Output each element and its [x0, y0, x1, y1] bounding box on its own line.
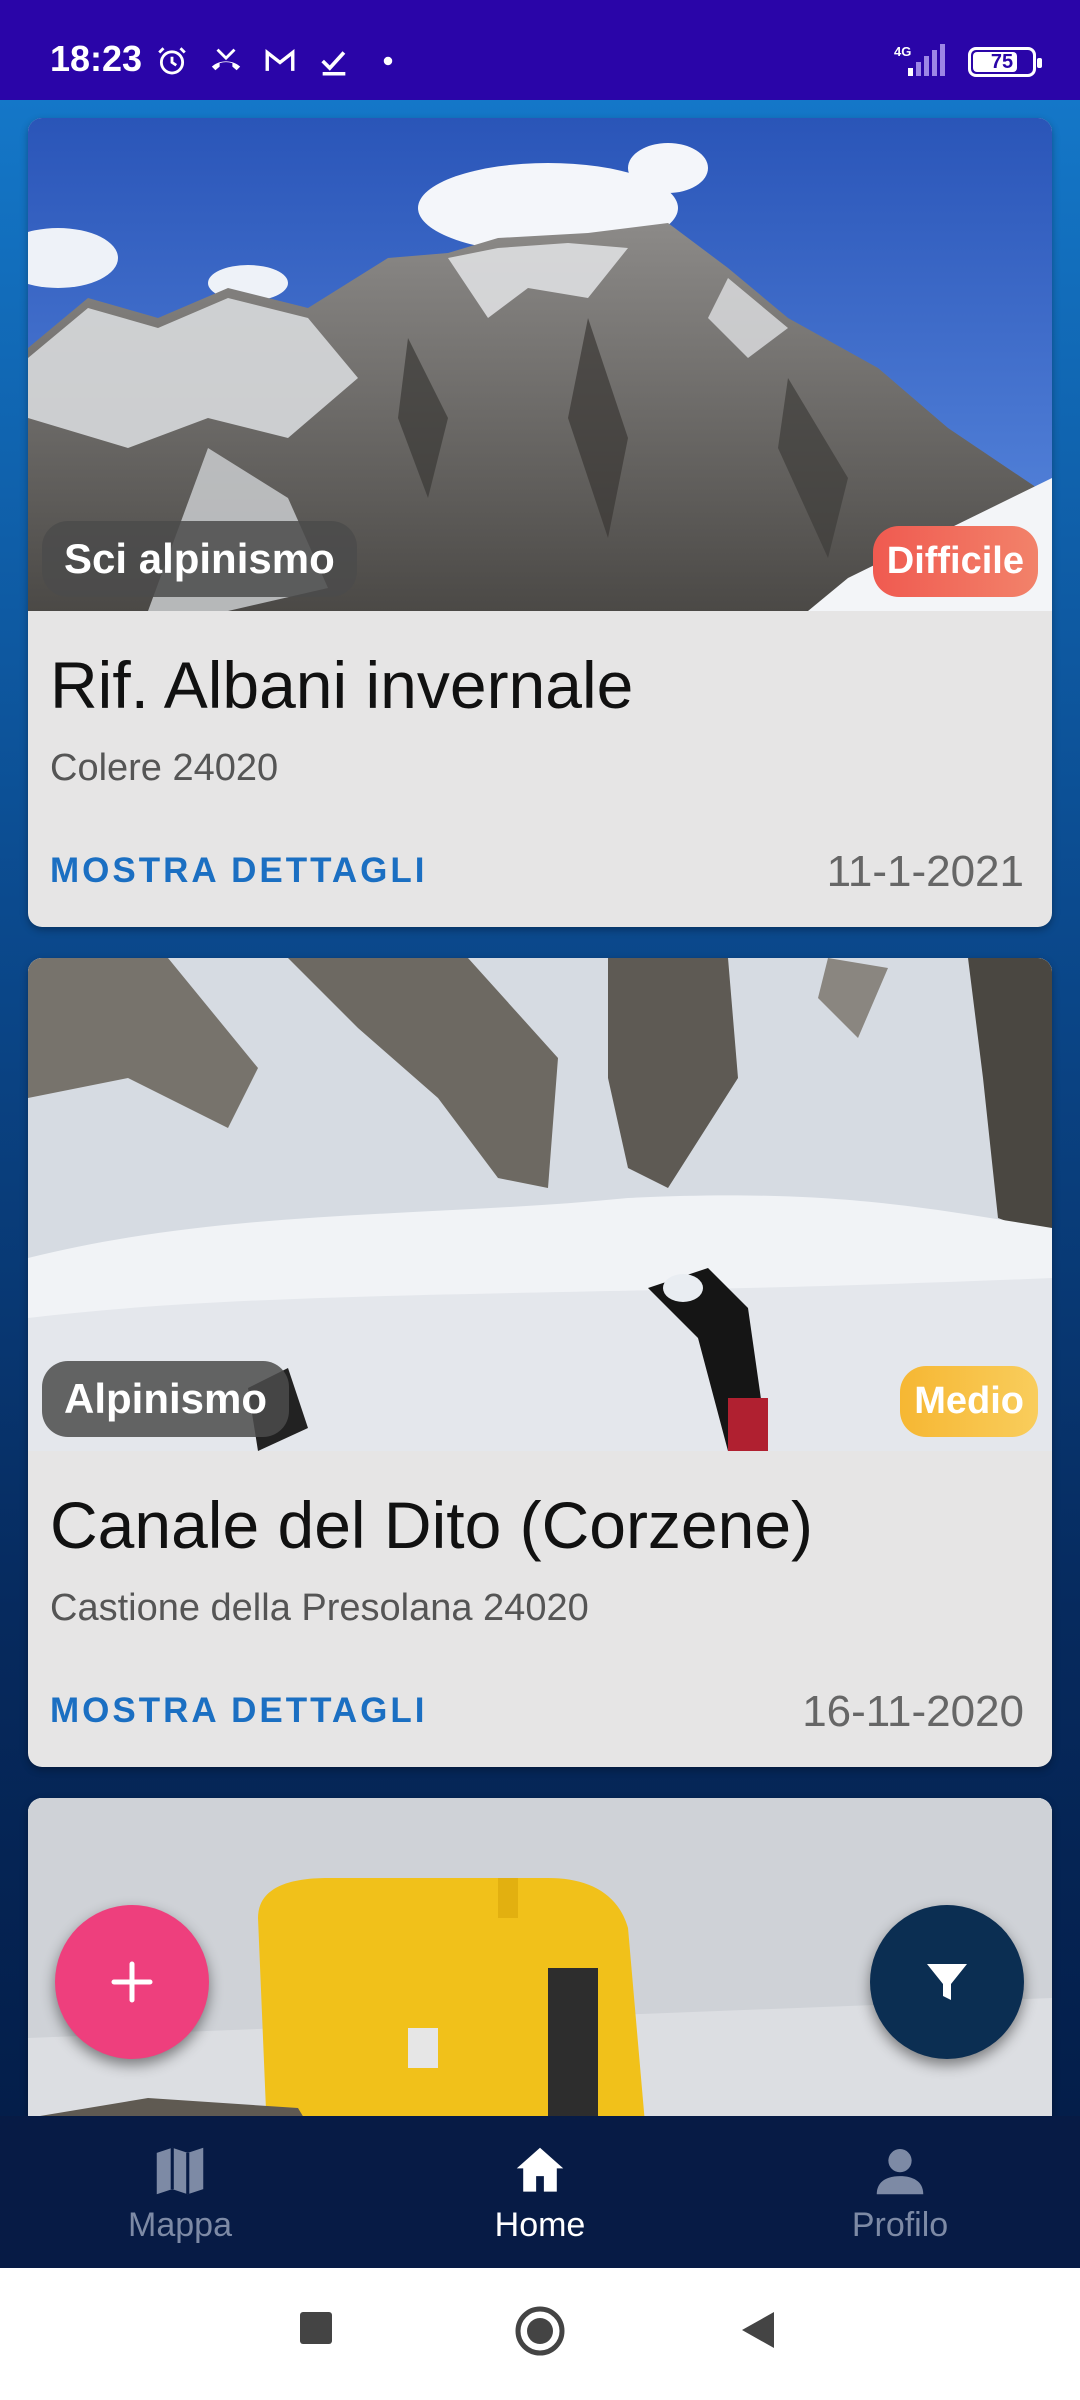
show-details-button[interactable]: MOSTRA DETTAGLI	[50, 851, 427, 891]
battery-level: 75	[990, 51, 1014, 73]
activity-card[interactable]: Alpinismo Medio Canale del Dito (Corzene…	[28, 958, 1052, 1767]
difficulty-badge: Difficile	[872, 526, 1038, 597]
card-title: Canale del Dito (Corzene)	[50, 1488, 814, 1562]
status-notification-icons	[155, 44, 405, 78]
tasks-check-icon	[321, 51, 346, 76]
gmail-icon	[265, 49, 295, 71]
recents-icon[interactable]	[298, 2310, 334, 2346]
home-icon	[516, 2147, 564, 2192]
status-system-icons: 4G 75	[894, 44, 1042, 80]
category-chip: Alpinismo	[42, 1361, 290, 1437]
person-icon	[876, 2149, 924, 2195]
plus-icon	[111, 1961, 153, 2003]
svg-text:4G: 4G	[894, 44, 911, 59]
nav-item-profile[interactable]: Profilo	[720, 2116, 1080, 2268]
bottom-navigation: Mappa Home Profilo	[0, 2116, 1080, 2268]
status-bar: 18:23 4G 75	[0, 0, 1080, 100]
nav-item-home[interactable]: Home	[360, 2116, 720, 2268]
alarm-icon	[158, 47, 186, 75]
difficulty-badge: Medio	[900, 1366, 1038, 1437]
card-location: Colere 24020	[50, 747, 279, 789]
add-activity-button[interactable]	[55, 1905, 209, 2059]
activity-feed[interactable]: Sci alpinismo Difficile Rif. Albani inve…	[0, 100, 1080, 2116]
card-image: Alpinismo Medio	[28, 958, 1052, 1451]
activity-card[interactable]: Sci alpinismo Difficile Rif. Albani inve…	[28, 118, 1052, 927]
nav-label: Home	[494, 2206, 586, 2244]
nav-item-map[interactable]: Mappa	[0, 2116, 360, 2268]
home-circle-icon[interactable]	[513, 2304, 567, 2358]
back-icon[interactable]	[740, 2310, 776, 2350]
nav-label: Mappa	[128, 2206, 232, 2244]
category-chip: Sci alpinismo	[42, 521, 357, 597]
filter-icon	[927, 1964, 967, 2000]
card-image: Sci alpinismo Difficile	[28, 118, 1052, 611]
card-location: Castione della Presolana 24020	[50, 1587, 589, 1629]
status-time: 18:23	[50, 38, 143, 79]
filter-button[interactable]	[870, 1905, 1024, 2059]
card-date: 11-1-2021	[826, 847, 1024, 896]
card-date: 16-11-2020	[802, 1687, 1024, 1736]
battery-icon: 75	[968, 47, 1042, 77]
map-icon	[156, 2147, 204, 2195]
signal-4g-icon: 4G	[894, 44, 945, 76]
nav-label: Profilo	[851, 2206, 949, 2244]
show-details-button[interactable]: MOSTRA DETTAGLI	[50, 1691, 427, 1731]
dot-icon	[383, 56, 393, 66]
card-title: Rif. Albani invernale	[50, 648, 634, 722]
missed-call-icon	[211, 48, 241, 71]
system-navigation-bar	[0, 2268, 1080, 2400]
